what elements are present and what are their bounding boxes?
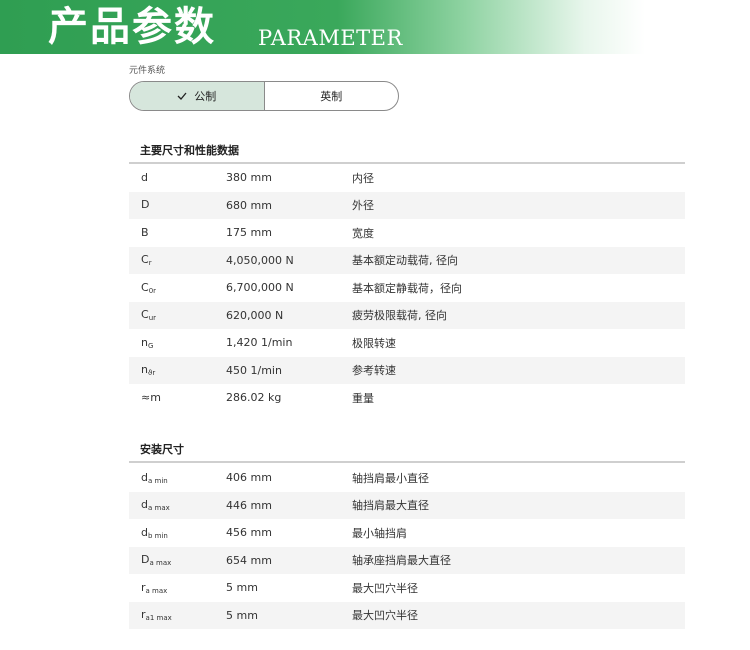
param-description: 最大凹穴半径 [352, 609, 418, 623]
param-value: 456 mm [226, 526, 272, 540]
param-value: 654 mm [226, 553, 272, 567]
param-symbol: ra1 max [141, 608, 172, 623]
param-symbol: Cr [141, 253, 152, 268]
param-symbol: ra max [141, 580, 168, 595]
table-row: D 680 mm 外径 [129, 191, 685, 219]
param-value: 1,420 1/min [226, 336, 293, 350]
table-row: Cur 620,000 N 疲劳极限载荷, 径向 [129, 301, 685, 329]
param-description: 宽度 [352, 226, 374, 240]
check-icon [177, 92, 187, 100]
param-description: 参考转速 [352, 364, 396, 378]
param-value: 680 mm [226, 198, 272, 212]
table-row: ≈m 286.02 kg 重量 [129, 384, 685, 412]
param-description: 基本额定动载荷, 径向 [352, 254, 458, 268]
param-symbol: da min [141, 470, 168, 485]
header-banner: 产品参数 PARAMETER [0, 0, 750, 54]
param-value: 380 mm [226, 171, 272, 185]
param-description: 重量 [352, 391, 374, 405]
param-description: 最大凹穴半径 [352, 581, 418, 595]
unit-option-label: 公制 [194, 90, 217, 103]
table-row: nG 1,420 1/min 极限转速 [129, 329, 685, 357]
banner-subtitle: PARAMETER [258, 26, 403, 50]
param-value: 406 mm [226, 471, 272, 485]
param-symbol: ≈m [141, 390, 161, 404]
param-description: 基本额定静载荷，径向 [352, 281, 462, 295]
mounting-dimensions-table: da min 406 mm 轴挡肩最小直径 da max 446 mm 轴挡肩最… [129, 464, 685, 629]
param-description: 极限转速 [352, 336, 396, 350]
param-symbol: Da max [141, 553, 172, 568]
table-row: C0r 6,700,000 N 基本额定静载荷，径向 [129, 274, 685, 302]
unit-system-label: 元件系统 [129, 66, 166, 76]
section-title-mounting-dimensions: 安装尺寸 [140, 443, 184, 456]
param-description: 轴挡肩最大直径 [352, 499, 429, 513]
param-symbol: nG [141, 335, 154, 350]
param-value: 286.02 kg [226, 391, 282, 405]
param-description: 轴承座挡肩最大直径 [352, 554, 451, 568]
table-row: ra1 max 5 mm 最大凹穴半径 [129, 601, 685, 629]
unit-system-toggle: 公制 英制 [129, 81, 399, 111]
param-description: 轴挡肩最小直径 [352, 471, 429, 485]
table-row: da max 446 mm 轴挡肩最大直径 [129, 491, 685, 519]
table-row: da min 406 mm 轴挡肩最小直径 [129, 464, 685, 492]
param-symbol: Cur [141, 308, 157, 323]
main-dimensions-table: d 380 mm 内径 D 680 mm 外径 B 175 mm 宽度 Cr 4… [129, 164, 685, 412]
table-row: Cr 4,050,000 N 基本额定动载荷, 径向 [129, 246, 685, 274]
param-symbol: d [141, 170, 148, 184]
param-symbol: C0r [141, 280, 157, 295]
section-title-main-dimensions: 主要尺寸和性能数据 [140, 144, 239, 157]
unit-option-metric[interactable]: 公制 [130, 82, 265, 110]
param-symbol: nϑr [141, 363, 156, 378]
banner-title: 产品参数 [48, 4, 216, 50]
param-value: 6,700,000 N [226, 281, 294, 295]
param-value: 5 mm [226, 581, 258, 595]
table-row: ra max 5 mm 最大凹穴半径 [129, 574, 685, 602]
param-value: 620,000 N [226, 308, 284, 322]
param-value: 175 mm [226, 226, 272, 240]
param-symbol: db min [141, 525, 168, 540]
param-value: 450 1/min [226, 363, 282, 377]
param-value: 446 mm [226, 498, 272, 512]
table-row: db min 456 mm 最小轴挡肩 [129, 519, 685, 547]
param-value: 5 mm [226, 608, 258, 622]
table-row: nϑr 450 1/min 参考转速 [129, 356, 685, 384]
table-row: d 380 mm 内径 [129, 164, 685, 192]
param-description: 内径 [352, 171, 374, 185]
param-symbol: D [141, 198, 150, 212]
param-description: 外径 [352, 199, 374, 213]
param-symbol: da max [141, 498, 170, 513]
unit-option-imperial[interactable]: 英制 [265, 82, 399, 110]
param-value: 4,050,000 N [226, 253, 294, 267]
param-symbol: B [141, 225, 149, 239]
param-description: 最小轴挡肩 [352, 526, 407, 540]
table-row: Da max 654 mm 轴承座挡肩最大直径 [129, 546, 685, 574]
section-divider [129, 461, 685, 463]
unit-option-label: 英制 [320, 90, 343, 103]
table-row: B 175 mm 宽度 [129, 219, 685, 247]
param-description: 疲劳极限载荷, 径向 [352, 309, 447, 323]
